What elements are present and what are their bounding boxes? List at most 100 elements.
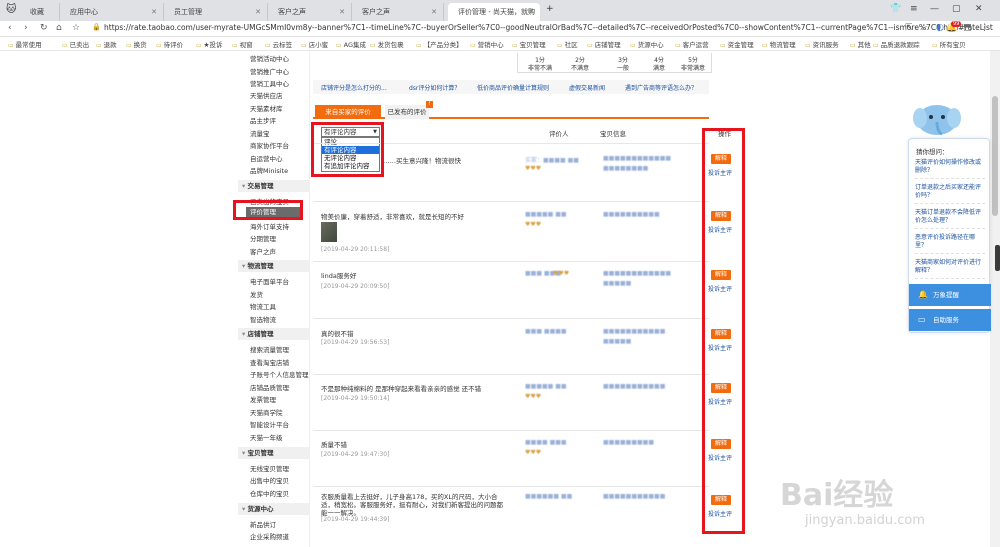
sidebar-item[interactable]: 智能设计平台 xyxy=(250,419,289,429)
minimize-icon[interactable]: — xyxy=(930,4,939,14)
sidebar-item[interactable]: 天猫一年级 xyxy=(250,432,283,442)
close-icon[interactable]: ✕ xyxy=(528,3,534,21)
back-icon[interactable]: ‹ xyxy=(8,23,12,33)
help-link[interactable]: 低价商品评价确量计算规则 xyxy=(477,83,549,92)
bookmark-item[interactable]: 资金管理 xyxy=(720,39,754,49)
bookmark-item[interactable]: 待评价 xyxy=(156,39,184,49)
close-icon[interactable]: ✕ xyxy=(151,3,157,21)
sidebar-item[interactable]: 天猫素材库 xyxy=(250,103,283,113)
sidebar-item[interactable]: 新品供订 xyxy=(250,519,276,529)
sidebar-item[interactable]: 企业采购频道 xyxy=(250,531,289,541)
bookmark-item[interactable]: 货源中心 xyxy=(630,39,664,49)
close-icon[interactable]: ✕ xyxy=(255,3,261,21)
sidebar-item[interactable]: 查看淘宝店铺 xyxy=(250,357,289,367)
reload-icon[interactable]: ↻ xyxy=(40,23,48,33)
sidebar-section-logistics[interactable]: 物流管理 xyxy=(238,260,310,272)
bookmark-star-icon[interactable]: ☆ xyxy=(72,23,80,33)
skin-icon[interactable]: 👕 xyxy=(890,4,901,14)
sidebar-item[interactable]: 仓库中的宝贝 xyxy=(250,488,289,498)
sidebar-item[interactable]: 营销推广中心 xyxy=(250,66,289,76)
helper-question[interactable]: 恶意评价投诉路径在哪里？ xyxy=(915,234,985,254)
bookmark-item[interactable]: 营销中心 xyxy=(470,39,504,49)
settings-icon[interactable]: ⋮ xyxy=(980,23,989,33)
helper-question[interactable]: 天猫商家如何对评价进行解释？ xyxy=(915,259,985,279)
sidebar-item[interactable]: 客户之声 xyxy=(250,246,276,256)
reminder-button[interactable]: 🔔 万象提醒 xyxy=(909,284,991,306)
side-panel-handle[interactable] xyxy=(995,245,1000,271)
bookmark-item[interactable]: 已卖出 xyxy=(62,39,90,49)
review-photo[interactable] xyxy=(321,222,337,242)
tab-customer-voice-1[interactable]: 客户之声 ✕ xyxy=(268,3,352,21)
page-scrollbar[interactable] xyxy=(990,51,1000,547)
help-link[interactable]: 遇到广告商等评语怎么办？ xyxy=(625,83,697,92)
bookmark-item[interactable]: 所有宝贝 xyxy=(932,39,966,49)
collect-icon[interactable]: ☆ xyxy=(920,23,928,33)
bookmark-item[interactable]: 视窗 xyxy=(232,39,253,49)
bookmark-item[interactable]: 【产品分类】 xyxy=(416,39,463,49)
bookmark-item[interactable]: 云标签 xyxy=(265,39,293,49)
bookmark-item[interactable]: AG集成 xyxy=(336,39,366,49)
sidebar-item[interactable]: 智选物流 xyxy=(250,314,276,324)
bookmark-item[interactable]: 退款 xyxy=(96,39,117,49)
window-close-icon[interactable]: ✕ xyxy=(975,4,983,14)
sidebar-item[interactable]: 品牌Minisite xyxy=(250,165,288,175)
menu-icon[interactable]: ≡ xyxy=(910,4,918,14)
tab-customer-voice-2[interactable]: 客户之声 ✕ xyxy=(352,3,444,21)
self-service-button[interactable]: ▭ 自助服务 xyxy=(909,309,991,331)
forward-icon[interactable]: › xyxy=(24,23,28,33)
sidebar-item[interactable]: 电子面单平台 xyxy=(250,276,289,286)
tab-staff[interactable]: 员工管理 ✕ xyxy=(164,3,268,21)
sidebar-section-trade[interactable]: 交易管理 xyxy=(238,180,310,192)
sidebar-section-store[interactable]: 店铺管理 xyxy=(238,328,310,340)
sidebar-item[interactable]: 出售中的宝贝 xyxy=(250,475,289,485)
bookmark-item[interactable]: 店铺管理 xyxy=(587,39,621,49)
bookmark-item[interactable]: 店小蜜 xyxy=(301,39,329,49)
tab-given-reviews[interactable]: 已发布的评价 xyxy=(385,105,429,119)
tab-app-center[interactable]: 应用中心 ✕ xyxy=(60,3,164,21)
close-icon[interactable]: ✕ xyxy=(339,3,345,21)
bookmark-item[interactable]: 社区 xyxy=(557,39,578,49)
sidebar-item[interactable]: 子账号个人信息管理 xyxy=(250,369,309,379)
sidebar-item[interactable]: 流量宝 xyxy=(250,128,270,138)
sidebar-item[interactable]: 搜索流量管理 xyxy=(250,344,289,354)
bookmark-item[interactable]: 宝贝管理 xyxy=(512,39,546,49)
close-icon[interactable]: ✕ xyxy=(431,3,437,21)
tab-favorites[interactable]: 收藏 xyxy=(20,3,60,21)
sidebar-item[interactable]: 营销活动中心 xyxy=(250,53,289,63)
bookmark-item[interactable]: 发货包裹 xyxy=(370,39,404,49)
sidebar-item[interactable]: 店铺品质管理 xyxy=(250,382,289,392)
sidebar-item[interactable]: 商家协作平台 xyxy=(250,140,289,150)
url-field[interactable]: https://rate.taobao.com/user-myrate-UMGc… xyxy=(104,23,993,32)
sidebar-item[interactable]: 发货 xyxy=(250,289,263,299)
sidebar-section-source[interactable]: 货源中心 xyxy=(238,503,310,515)
new-tab-icon[interactable]: + xyxy=(546,4,554,14)
bookmark-item[interactable]: 其他 xyxy=(850,39,871,49)
elephant-mascot-icon[interactable] xyxy=(912,100,962,138)
helper-question[interactable]: 订单退款之后买家还能评价吗？ xyxy=(915,184,985,204)
sidebar-item[interactable]: 物流工具 xyxy=(250,301,276,311)
sidebar-item[interactable]: 海外订单支持 xyxy=(250,221,289,231)
sidebar-item[interactable]: 无线宝贝管理 xyxy=(250,463,289,473)
bookmark-item[interactable]: 客户运营 xyxy=(675,39,709,49)
help-link[interactable]: dsr评分如何计算？ xyxy=(409,83,460,92)
bookmark-item[interactable]: 最常使用 xyxy=(8,39,42,49)
scroll-thumb[interactable] xyxy=(992,96,998,216)
sidebar-section-goods[interactable]: 宝贝管理 xyxy=(238,447,310,459)
share-icon[interactable]: ⇱ xyxy=(905,23,913,33)
sidebar-item[interactable]: 分期管理 xyxy=(250,233,276,243)
sidebar-item[interactable]: 天猫供应店 xyxy=(250,90,283,100)
home-icon[interactable]: ⌂ xyxy=(56,23,62,33)
sidebar-item[interactable]: 天猫商学院 xyxy=(250,407,283,417)
shield-icon[interactable]: ◐ xyxy=(936,23,944,33)
sidebar-item[interactable]: 营销工具中心 xyxy=(250,78,289,88)
bookmark-item[interactable]: 物流管理 xyxy=(762,39,796,49)
sidebar-item[interactable]: 自运营中心 xyxy=(250,153,283,163)
bookmark-item[interactable]: ★投诉 xyxy=(196,39,223,49)
helper-question[interactable]: 天猫订单退款不会降低评价怎么处理？ xyxy=(915,209,985,229)
bookmark-item[interactable]: 换货 xyxy=(126,39,147,49)
helper-question[interactable]: 天猫评价如何操作修改或删除？ xyxy=(915,159,985,179)
maximize-icon[interactable]: ▢ xyxy=(952,4,961,14)
extensions-icon[interactable]: ⬒ xyxy=(963,23,972,33)
tab-review-management[interactable]: 评价管理 - 尚天猫，就购 ✕ xyxy=(448,3,540,21)
tab-received-reviews[interactable]: 来自买家的评价 xyxy=(315,105,381,119)
